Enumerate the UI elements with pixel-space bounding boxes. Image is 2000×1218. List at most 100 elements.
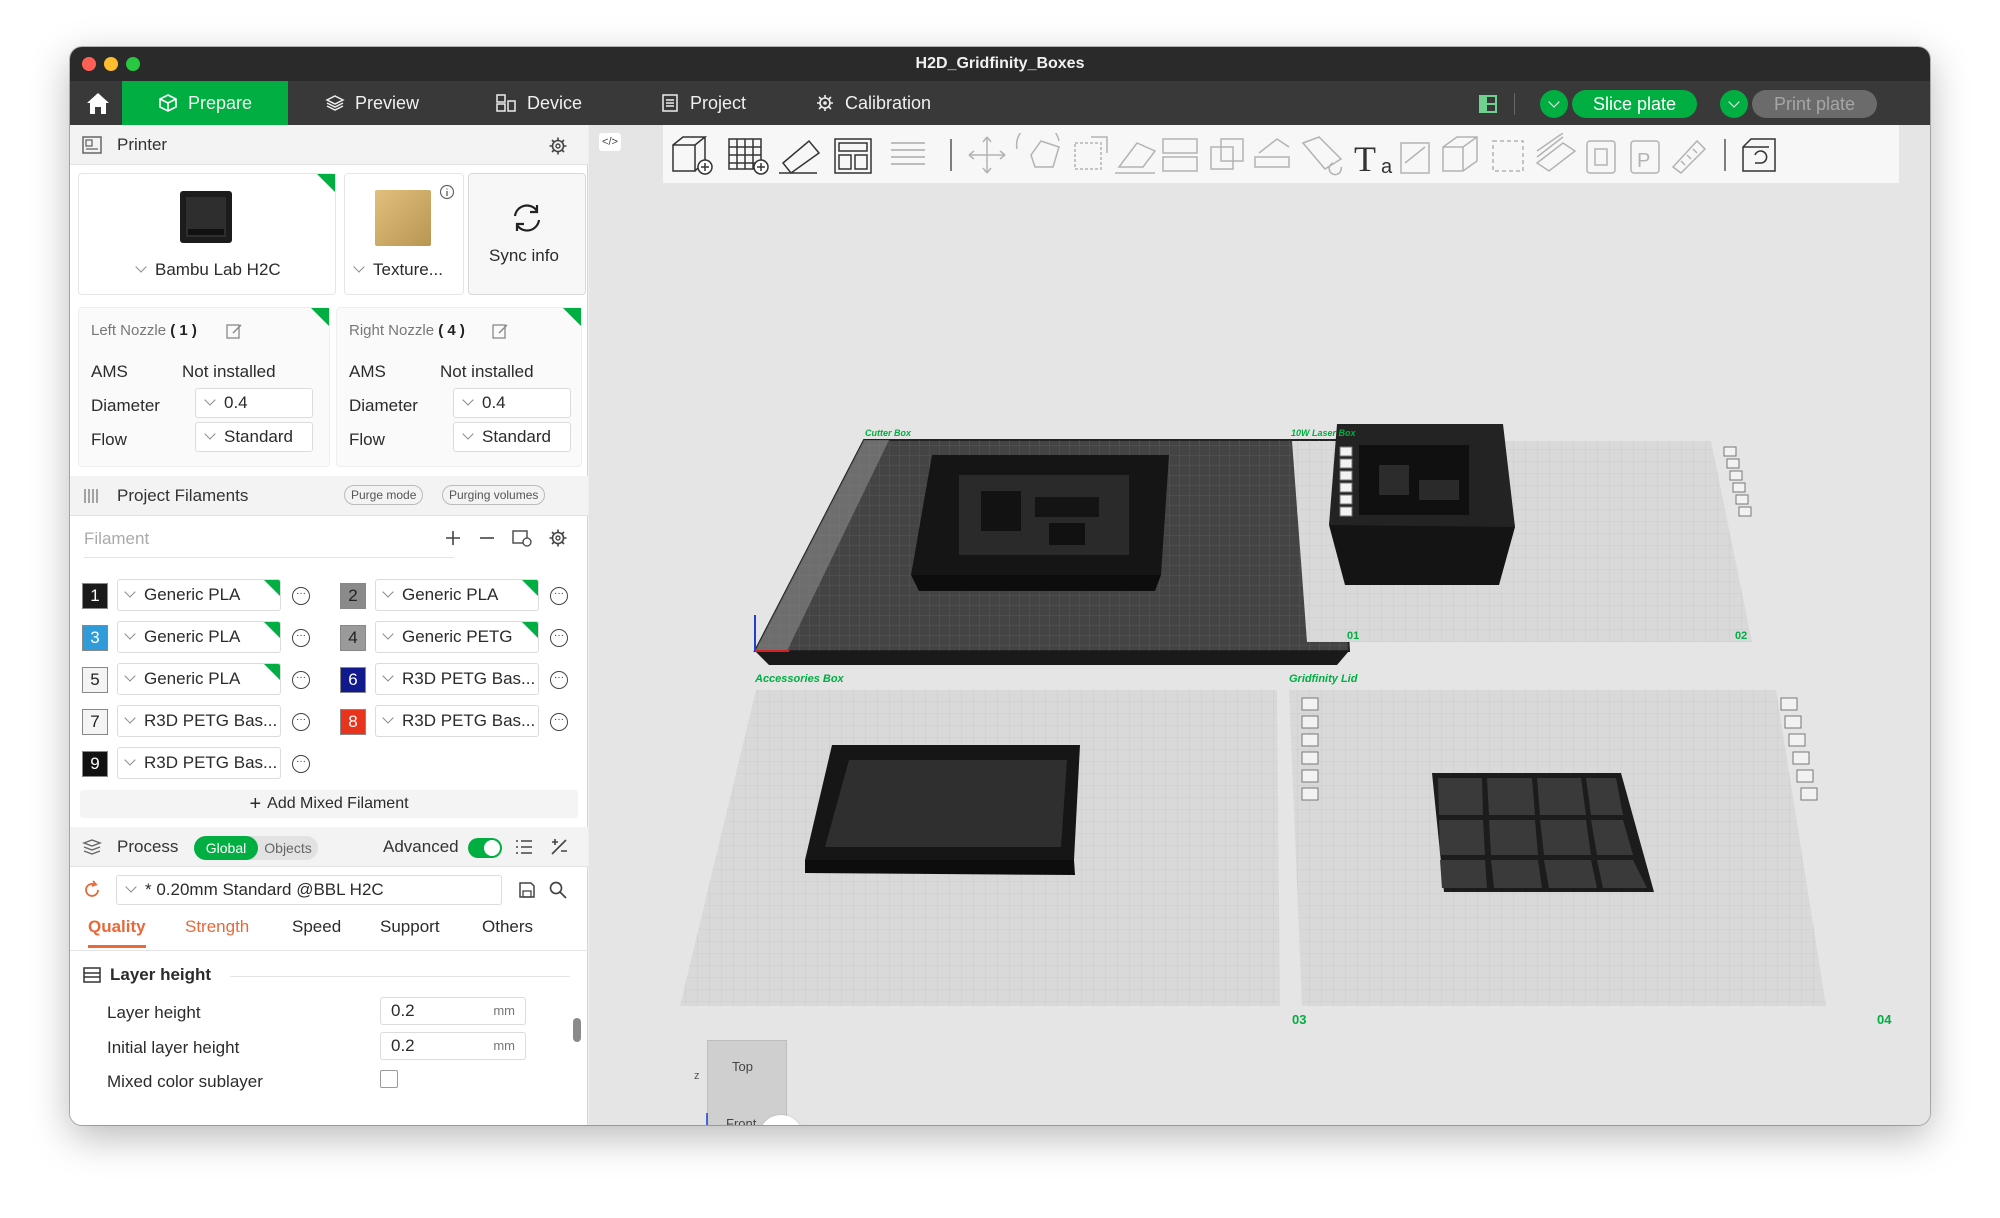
initial-layer-height-input[interactable]: 0.2 mm bbox=[380, 1032, 526, 1060]
filament-select-9[interactable]: R3D PETG Bas... bbox=[117, 747, 281, 779]
zoom-window-button[interactable] bbox=[126, 57, 140, 71]
filament-number-1[interactable]: 1 bbox=[82, 583, 108, 609]
filament-number-6[interactable]: 6 bbox=[340, 667, 366, 693]
tab-others[interactable]: Others bbox=[482, 917, 533, 937]
right-nozzle-panel: Right Nozzle ( 4 ) AMS Not installed Dia… bbox=[336, 307, 582, 467]
tab-support[interactable]: Support bbox=[380, 917, 440, 937]
printer-image bbox=[180, 191, 232, 243]
filament-number-8[interactable]: 8 bbox=[340, 709, 366, 735]
filament-settings-icon[interactable] bbox=[548, 528, 568, 548]
left-ams-value: Not installed bbox=[182, 362, 276, 381]
filament-more-icon[interactable]: ··· bbox=[292, 671, 310, 689]
print-dropdown-button[interactable] bbox=[1720, 90, 1748, 118]
remove-filament-icon[interactable] bbox=[478, 529, 496, 547]
sync-info-button[interactable]: Sync info bbox=[468, 173, 586, 295]
filament-number-7[interactable]: 7 bbox=[82, 709, 108, 735]
compare-icon[interactable] bbox=[549, 838, 569, 856]
plate-03[interactable] bbox=[680, 690, 1280, 1006]
tab-preview[interactable]: Preview bbox=[325, 81, 419, 125]
tab-calibration[interactable]: Calibration bbox=[815, 81, 931, 125]
filament-number-2[interactable]: 2 bbox=[340, 583, 366, 609]
device-icon bbox=[496, 94, 516, 112]
plate-02-name[interactable]: 10W Laser Box bbox=[1291, 428, 1356, 438]
layout-toggle-button[interactable] bbox=[1478, 94, 1498, 119]
filament-number-3[interactable]: 3 bbox=[82, 625, 108, 651]
filament-select-1[interactable]: Generic PLA bbox=[117, 579, 281, 611]
sidebar-scrollbar[interactable] bbox=[573, 1018, 581, 1042]
tab-label: Project bbox=[690, 93, 747, 113]
plate-02[interactable] bbox=[1292, 424, 1752, 642]
plate-type-select[interactable]: Texture... bbox=[353, 260, 443, 280]
tab-project[interactable]: Project bbox=[660, 81, 746, 125]
tab-label: Preview bbox=[355, 93, 420, 113]
close-window-button[interactable] bbox=[82, 57, 96, 71]
print-plate-button[interactable]: Print plate bbox=[1752, 90, 1877, 118]
edit-icon[interactable] bbox=[225, 322, 243, 340]
plate-01[interactable] bbox=[753, 439, 1351, 665]
purging-volumes-button[interactable]: Purging volumes bbox=[442, 485, 546, 505]
plate-01-name[interactable]: Cutter Box bbox=[865, 428, 911, 438]
plate-03-name[interactable]: Accessories Box bbox=[755, 673, 844, 685]
plate-type-card[interactable]: Texture... bbox=[344, 173, 464, 295]
minimize-window-button[interactable] bbox=[104, 57, 118, 71]
edit-icon[interactable] bbox=[491, 322, 509, 340]
3d-viewport[interactable]: </> T a P Cutter Box 01 10W Laser Box 02… bbox=[589, 125, 1930, 1125]
filament-more-icon[interactable]: ··· bbox=[550, 587, 568, 605]
tab-strength[interactable]: Strength bbox=[185, 917, 249, 937]
tab-quality[interactable]: Quality bbox=[88, 917, 146, 948]
plate-02-number: 02 bbox=[1735, 630, 1748, 642]
filament-more-icon[interactable]: ··· bbox=[550, 671, 568, 689]
right-flow-select[interactable]: Standard bbox=[453, 422, 571, 452]
add-filament-icon[interactable] bbox=[444, 529, 462, 547]
filament-select-2[interactable]: Generic PLA bbox=[375, 579, 539, 611]
home-button[interactable] bbox=[78, 81, 118, 125]
printer-card[interactable]: Bambu Lab H2C bbox=[78, 173, 336, 295]
printer-name-select[interactable]: Bambu Lab H2C bbox=[135, 260, 281, 280]
purge-mode-button[interactable]: Purge mode bbox=[344, 485, 424, 505]
plate-04-name[interactable]: Gridfinity Lid bbox=[1289, 673, 1357, 685]
save-icon[interactable] bbox=[517, 880, 537, 900]
filament-number-9[interactable]: 9 bbox=[82, 751, 108, 777]
list-view-icon[interactable] bbox=[514, 838, 534, 856]
left-flow-select[interactable]: Standard bbox=[195, 422, 313, 452]
filament-select-6[interactable]: R3D PETG Bas... bbox=[375, 663, 539, 695]
right-diameter-select[interactable]: 0.4 bbox=[453, 388, 571, 418]
filament-select-5[interactable]: Generic PLA bbox=[117, 663, 281, 695]
filament-select-4[interactable]: Generic PETG bbox=[375, 621, 539, 653]
filament-more-icon[interactable]: ··· bbox=[292, 755, 310, 773]
left-diameter-select[interactable]: 0.4 bbox=[195, 388, 313, 418]
filament-select-7[interactable]: R3D PETG Bas... bbox=[117, 705, 281, 737]
search-icon[interactable] bbox=[548, 880, 568, 900]
slice-dropdown-button[interactable] bbox=[1540, 90, 1568, 118]
objects-option[interactable]: Objects bbox=[258, 836, 318, 860]
tab-speed[interactable]: Speed bbox=[292, 917, 341, 937]
filament-more-icon[interactable]: ··· bbox=[550, 713, 568, 731]
filament-number-4[interactable]: 4 bbox=[340, 625, 366, 651]
reset-icon[interactable] bbox=[82, 880, 102, 900]
filament-more-icon[interactable]: ··· bbox=[292, 713, 310, 731]
filament-more-icon[interactable]: ··· bbox=[292, 629, 310, 647]
filament-select-3[interactable]: Generic PLA bbox=[117, 621, 281, 653]
view-cube-top[interactable]: Top bbox=[732, 1059, 753, 1074]
mixed-color-sublayer-checkbox[interactable] bbox=[380, 1070, 398, 1088]
global-objects-toggle[interactable]: Global Objects bbox=[194, 836, 318, 860]
settings-gear-icon[interactable] bbox=[548, 136, 568, 156]
filament-sync-icon[interactable] bbox=[511, 528, 533, 548]
filament-select-8[interactable]: R3D PETG Bas... bbox=[375, 705, 539, 737]
tab-label: Prepare bbox=[187, 93, 253, 113]
process-preset-select[interactable]: * 0.20mm Standard @BBL H2C bbox=[116, 875, 502, 905]
add-mixed-filament-button[interactable]: + Add Mixed Filament bbox=[80, 790, 578, 818]
filament-more-icon[interactable]: ··· bbox=[292, 587, 310, 605]
slice-plate-button[interactable]: Slice plate bbox=[1572, 90, 1697, 118]
filament-number-5[interactable]: 5 bbox=[82, 667, 108, 693]
filaments-section-header: Project Filaments Purge mode Purging vol… bbox=[70, 476, 588, 516]
title-bar: H2D_Gridfinity_Boxes bbox=[70, 47, 1930, 81]
filament-more-icon[interactable]: ··· bbox=[550, 629, 568, 647]
tab-device[interactable]: Device bbox=[495, 81, 582, 125]
advanced-toggle[interactable] bbox=[468, 838, 502, 858]
info-icon[interactable] bbox=[439, 184, 455, 200]
tab-prepare[interactable]: Prepare bbox=[122, 81, 288, 125]
layer-height-input[interactable]: 0.2 mm bbox=[380, 997, 526, 1025]
global-option[interactable]: Global bbox=[194, 836, 258, 860]
plate-04[interactable] bbox=[1289, 690, 1826, 1006]
